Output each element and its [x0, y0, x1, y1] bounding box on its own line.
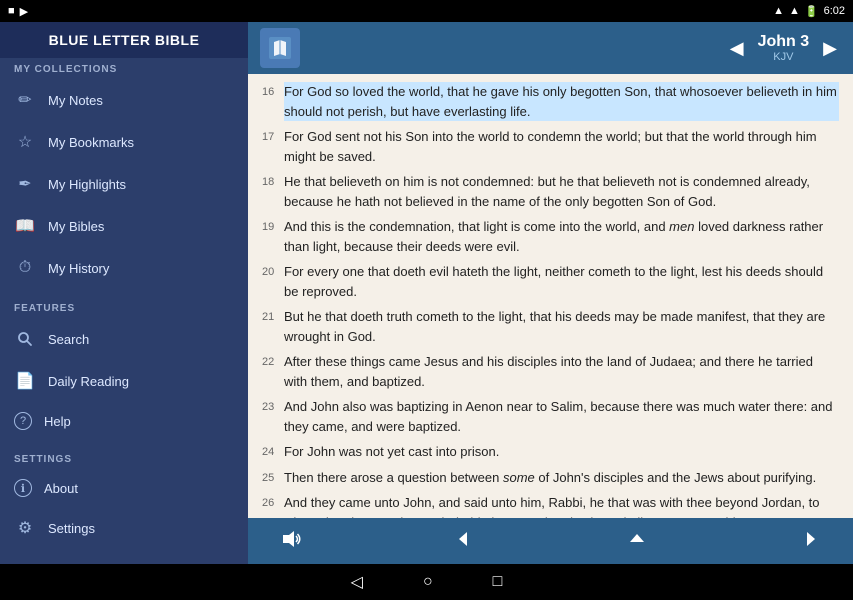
sidebar-item-about[interactable]: ℹ About [0, 469, 248, 507]
sidebar-item-bookmarks[interactable]: ☆ My Bookmarks [0, 121, 248, 163]
home-nav-button[interactable]: ○ [423, 573, 433, 591]
settings-label: SETTINGS [0, 448, 248, 469]
app-icon-1: ■ [8, 5, 15, 17]
table-row[interactable]: 25Then there arose a question between so… [262, 468, 839, 488]
main-layout: BLUE LETTER BIBLE MY COLLECTIONS ✏ My No… [0, 22, 853, 564]
verse-number: 21 [262, 307, 284, 346]
status-right: ▲ ▲ 🔋 6:02 [773, 5, 845, 18]
verse-text: He that believeth on him is not condemne… [284, 172, 839, 211]
sidebar-daily-reading-label: Daily Reading [48, 374, 129, 389]
verse-number: 18 [262, 172, 284, 211]
sidebar-item-highlights[interactable]: ✒ My Highlights [0, 163, 248, 205]
table-row[interactable]: 20For every one that doeth evil hateth t… [262, 262, 839, 301]
speaker-button[interactable] [268, 524, 314, 559]
verse-text: For John was not yet cast into prison. [284, 442, 839, 462]
help-icon: ? [14, 412, 32, 430]
sidebar-item-backup[interactable]: ↻ Backup/Restore [0, 549, 248, 564]
chapter-nav: ◀ John 3 KJV ▶ [726, 33, 841, 63]
bible-text[interactable]: 16For God so loved the world, that he ga… [248, 74, 853, 518]
forward-button[interactable] [787, 524, 833, 559]
sidebar-bibles-label: My Bibles [48, 219, 104, 234]
back-button[interactable] [441, 524, 487, 559]
verse-text: Then there arose a question between some… [284, 468, 839, 488]
verse-text: After these things came Jesus and his di… [284, 352, 839, 391]
sidebar: BLUE LETTER BIBLE MY COLLECTIONS ✏ My No… [0, 22, 248, 564]
top-bar: ◀ John 3 KJV ▶ [248, 22, 853, 74]
verse-text: And this is the condemnation, that light… [284, 217, 839, 256]
prev-chapter-button[interactable]: ◀ [726, 34, 748, 63]
verse-number: 23 [262, 397, 284, 436]
verse-text: For every one that doeth evil hateth the… [284, 262, 839, 301]
recents-nav-button[interactable]: □ [493, 573, 503, 591]
content-area: ◀ John 3 KJV ▶ 16For God so loved the wo… [248, 22, 853, 564]
verse-text: For God so loved the world, that he gave… [284, 82, 839, 121]
bibles-icon: 📖 [14, 215, 36, 237]
app-title: BLUE LETTER BIBLE [0, 22, 248, 58]
chapter-version: KJV [758, 51, 810, 63]
sidebar-item-history[interactable]: ⏱ My History [0, 247, 248, 289]
verse-number: 26 [262, 493, 284, 518]
status-left: ■ ▶ [8, 5, 28, 18]
sidebar-item-daily-reading[interactable]: 📄 Daily Reading [0, 360, 248, 402]
table-row[interactable]: 17For God sent not his Son into the worl… [262, 127, 839, 166]
verse-number: 24 [262, 442, 284, 462]
verse-number: 17 [262, 127, 284, 166]
verse-text: And John also was baptizing in Aenon nea… [284, 397, 839, 436]
verse-number: 22 [262, 352, 284, 391]
about-icon: ℹ [14, 479, 32, 497]
sidebar-about-label: About [44, 481, 78, 496]
verse-text: And they came unto John, and said unto h… [284, 493, 839, 518]
notes-icon: ✏ [14, 89, 36, 111]
sidebar-settings-label: Settings [48, 521, 95, 536]
table-row[interactable]: 23And John also was baptizing in Aenon n… [262, 397, 839, 436]
sidebar-item-search[interactable]: Search [0, 318, 248, 360]
back-nav-button[interactable]: ◁ [351, 572, 363, 592]
sidebar-item-notes[interactable]: ✏ My Notes [0, 79, 248, 121]
verse-number: 20 [262, 262, 284, 301]
table-row[interactable]: 19And this is the condemnation, that lig… [262, 217, 839, 256]
sidebar-highlights-label: My Highlights [48, 177, 126, 192]
book-logo [260, 28, 300, 68]
collections-label: MY COLLECTIONS [0, 58, 248, 79]
sidebar-history-label: My History [48, 261, 109, 276]
sidebar-item-help[interactable]: ? Help [0, 402, 248, 440]
sidebar-item-bibles[interactable]: 📖 My Bibles [0, 205, 248, 247]
verse-number: 19 [262, 217, 284, 256]
sidebar-item-settings[interactable]: ⚙ Settings [0, 507, 248, 549]
signal-icon: ▲ [773, 5, 784, 17]
table-row[interactable]: 18He that believeth on him is not condem… [262, 172, 839, 211]
bottom-bar [248, 518, 853, 564]
battery-icon: 🔋 [805, 5, 819, 18]
chapter-title: John 3 [758, 33, 810, 51]
table-row[interactable]: 26And they came unto John, and said unto… [262, 493, 839, 518]
wifi-icon: ▲ [789, 5, 800, 17]
verse-number: 25 [262, 468, 284, 488]
settings-icon: ⚙ [14, 517, 36, 539]
sidebar-notes-label: My Notes [48, 93, 103, 108]
verse-text: But he that doeth truth cometh to the li… [284, 307, 839, 346]
features-label: FEATURES [0, 297, 248, 318]
table-row[interactable]: 21But he that doeth truth cometh to the … [262, 307, 839, 346]
table-row[interactable]: 24For John was not yet cast into prison. [262, 442, 839, 462]
highlights-icon: ✒ [14, 173, 36, 195]
bookmarks-icon: ☆ [14, 131, 36, 153]
sidebar-help-label: Help [44, 414, 71, 429]
daily-reading-icon: 📄 [14, 370, 36, 392]
up-button[interactable] [614, 524, 660, 559]
history-icon: ⏱ [14, 257, 36, 279]
table-row[interactable]: 22After these things came Jesus and his … [262, 352, 839, 391]
clock: 6:02 [824, 5, 845, 17]
app-icon-2: ▶ [20, 5, 28, 18]
status-bar: ■ ▶ ▲ ▲ 🔋 6:02 [0, 0, 853, 22]
chapter-info: John 3 KJV [758, 33, 810, 63]
system-nav-bar: ◁ ○ □ [0, 564, 853, 600]
search-icon [14, 328, 36, 350]
table-row[interactable]: 16For God so loved the world, that he ga… [262, 82, 839, 121]
sidebar-search-label: Search [48, 332, 89, 347]
verse-text: For God sent not his Son into the world … [284, 127, 839, 166]
verse-number: 16 [262, 82, 284, 121]
next-chapter-button[interactable]: ▶ [819, 34, 841, 63]
sidebar-bookmarks-label: My Bookmarks [48, 135, 134, 150]
